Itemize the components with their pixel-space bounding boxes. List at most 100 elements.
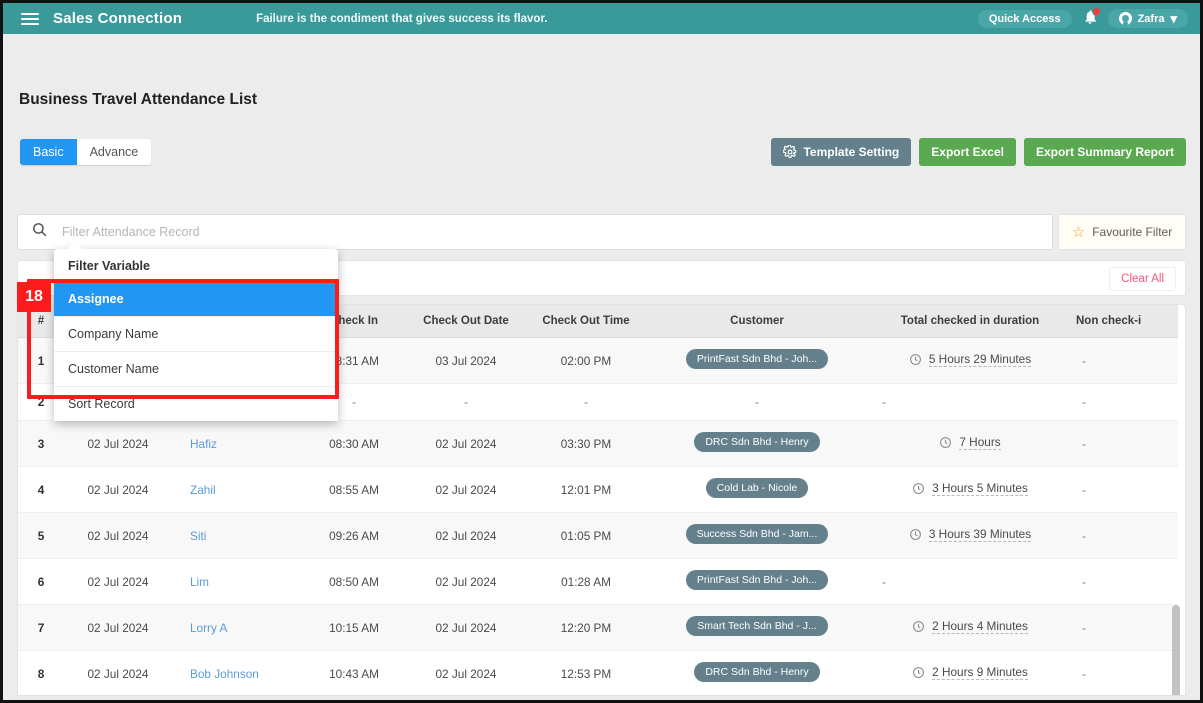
cell-check-out-time: 12:20 PM	[526, 604, 646, 651]
table-scrollbar[interactable]	[1172, 605, 1180, 695]
table-scrollbar-thumb[interactable]	[1172, 605, 1180, 695]
col-non-check-in[interactable]: Non check-i	[1072, 305, 1178, 338]
cell-non-check-in: -	[1072, 512, 1178, 559]
cell-assignee[interactable]: Lim	[172, 558, 302, 605]
row-index: 8	[18, 650, 64, 695]
table-row[interactable]: 7 02 Jul 2024 Lorry A 10:15 AM 02 Jul 2024 12…	[18, 604, 1178, 651]
cell-check-in-date: 02 Jul 2024	[64, 420, 172, 467]
cell-check-out-time: 02:00 PM	[526, 337, 646, 384]
empty-value: -	[1082, 528, 1086, 543]
template-setting-button[interactable]: Template Setting	[771, 138, 912, 166]
clock-icon	[940, 437, 952, 448]
customer-badge[interactable]: PrintFast Sdn Bhd - Joh...	[685, 349, 829, 369]
cell-check-out-date: -	[406, 383, 526, 421]
favourite-filter-button[interactable]: ☆ Favourite Filter	[1058, 214, 1186, 250]
cell-check-out-time: 12:01 PM	[526, 466, 646, 513]
customer-badge[interactable]: Smart Tech Sdn Bhd - J...	[686, 616, 828, 636]
dropdown-item-sort-record[interactable]: Sort Record	[54, 386, 338, 421]
table-row[interactable]: 8 02 Jul 2024 Bob Johnson 10:43 AM 02 Jul 20…	[18, 650, 1178, 695]
cell-assignee[interactable]: Lorry A	[172, 604, 302, 651]
customer-badge[interactable]: Cold Lab - Nicole	[705, 478, 809, 498]
customer-badge[interactable]: DRC Sdn Bhd - Henry	[694, 662, 820, 682]
empty-value: -	[1082, 436, 1086, 451]
row-index: 4	[18, 466, 64, 513]
cell-check-in: 09:26 AM	[302, 512, 406, 559]
browser-window: Sales Connection Failure is the condimen…	[0, 0, 1203, 703]
export-summary-report-button[interactable]: Export Summary Report	[1023, 138, 1186, 166]
cell-check-out-date: 02 Jul 2024	[406, 420, 526, 467]
col-customer[interactable]: Customer	[646, 305, 868, 338]
page-title: Business Travel Attendance List	[19, 91, 258, 108]
filter-variable-dropdown: Filter Variable Assignee Company Name Cu…	[54, 242, 338, 421]
cell-check-out-time: 12:53 PM	[526, 650, 646, 695]
avatar-icon	[1118, 12, 1132, 25]
cell-total-duration: 3 Hours 39 Minutes	[868, 512, 1072, 559]
export-excel-button[interactable]: Export Excel	[919, 138, 1016, 166]
cell-total-duration: 3 Hours 5 Minutes	[868, 466, 1072, 513]
cell-assignee[interactable]: Hafiz	[172, 420, 302, 467]
cell-check-in-date: 02 Jul 2024	[64, 558, 172, 605]
customer-badge[interactable]: PrintFast Sdn Bhd - Joh...	[685, 570, 829, 590]
duration-text: 3 Hours 39 Minutes	[928, 527, 1032, 542]
cell-assignee[interactable]: Bob Johnson	[172, 650, 302, 695]
user-name: Zafra	[1137, 12, 1165, 25]
table-row[interactable]: 5 02 Jul 2024 Siti 09:26 AM 02 Jul 2024 01:05…	[18, 512, 1178, 559]
customer-badge[interactable]: Success Sdn Bhd - Jam...	[685, 524, 829, 544]
dropdown-item-customer-name[interactable]: Customer Name	[54, 351, 338, 386]
notification-dot	[1091, 6, 1101, 16]
cell-check-out-time: 03:30 PM	[526, 420, 646, 467]
empty-value: -	[1082, 666, 1086, 681]
hamburger-icon[interactable]	[13, 12, 47, 25]
row-index: 6	[18, 558, 64, 605]
cell-assignee[interactable]: Zahil	[172, 466, 302, 513]
table-row[interactable]: 3 02 Jul 2024 Hafiz 08:30 AM 02 Jul 2024 03:3…	[18, 420, 1178, 467]
cell-customer: DRC Sdn Bhd - Henry	[646, 420, 868, 467]
search-input[interactable]	[60, 224, 1052, 240]
empty-value: -	[1082, 353, 1086, 368]
duration-value: 3 Hours 39 Minutes	[909, 527, 1032, 542]
col-check-out-time[interactable]: Check Out Time	[526, 305, 646, 338]
bell-icon[interactable]	[1082, 6, 1101, 29]
cell-check-in: 08:30 AM	[302, 420, 406, 467]
dropdown-caret-icon	[67, 242, 83, 250]
col-total-duration[interactable]: Total checked in duration	[868, 305, 1072, 338]
template-setting-label: Template Setting	[803, 145, 900, 159]
col-check-out-date[interactable]: Check Out Date	[406, 305, 526, 338]
user-menu[interactable]: Zafra ▾	[1107, 9, 1188, 28]
clear-all-button[interactable]: Clear All	[1109, 267, 1176, 291]
cell-customer: Success Sdn Bhd - Jam...	[646, 512, 868, 559]
duration-text: 2 Hours 4 Minutes	[932, 619, 1028, 634]
cell-non-check-in: -	[1072, 383, 1178, 421]
cell-total-duration: -	[868, 558, 1072, 605]
cell-total-duration: 5 Hours 29 Minutes	[868, 337, 1072, 384]
cell-check-out-date: 02 Jul 2024	[406, 604, 526, 651]
duration-text: 5 Hours 29 Minutes	[928, 352, 1032, 367]
cell-customer: DRC Sdn Bhd - Henry	[646, 650, 868, 695]
dropdown-item-assignee[interactable]: Assignee	[54, 282, 338, 316]
tab-basic[interactable]: Basic	[20, 139, 77, 165]
row-index: 7	[18, 604, 64, 651]
customer-badge[interactable]: DRC Sdn Bhd - Henry	[694, 432, 820, 452]
clock-icon	[909, 529, 921, 540]
clock-icon	[909, 354, 921, 365]
quick-access-button[interactable]: Quick Access	[977, 9, 1072, 28]
cell-check-in: 08:50 AM	[302, 558, 406, 605]
row-index: 5	[18, 512, 64, 559]
clock-icon	[913, 483, 925, 494]
duration-value: 5 Hours 29 Minutes	[909, 352, 1032, 367]
cell-customer: Smart Tech Sdn Bhd - J...	[646, 604, 868, 651]
cell-non-check-in: -	[1072, 650, 1178, 695]
tab-advance[interactable]: Advance	[76, 139, 152, 165]
cell-check-out-date: 02 Jul 2024	[406, 512, 526, 559]
table-row[interactable]: 6 02 Jul 2024 Lim 08:50 AM 02 Jul 2024 01:28 …	[18, 558, 1178, 605]
table-row[interactable]: 4 02 Jul 2024 Zahil 08:55 AM 02 Jul 2024 12:0…	[18, 466, 1178, 513]
cell-assignee[interactable]: Siti	[172, 512, 302, 559]
export-excel-label: Export Excel	[931, 145, 1004, 159]
app-title: Sales Connection	[53, 10, 183, 27]
cell-check-in-date: 02 Jul 2024	[64, 604, 172, 651]
gear-icon	[783, 145, 797, 159]
dropdown-heading: Filter Variable	[68, 259, 150, 273]
empty-value: -	[1082, 620, 1086, 635]
search-box[interactable]	[17, 214, 1053, 250]
dropdown-item-company-name[interactable]: Company Name	[54, 316, 338, 351]
